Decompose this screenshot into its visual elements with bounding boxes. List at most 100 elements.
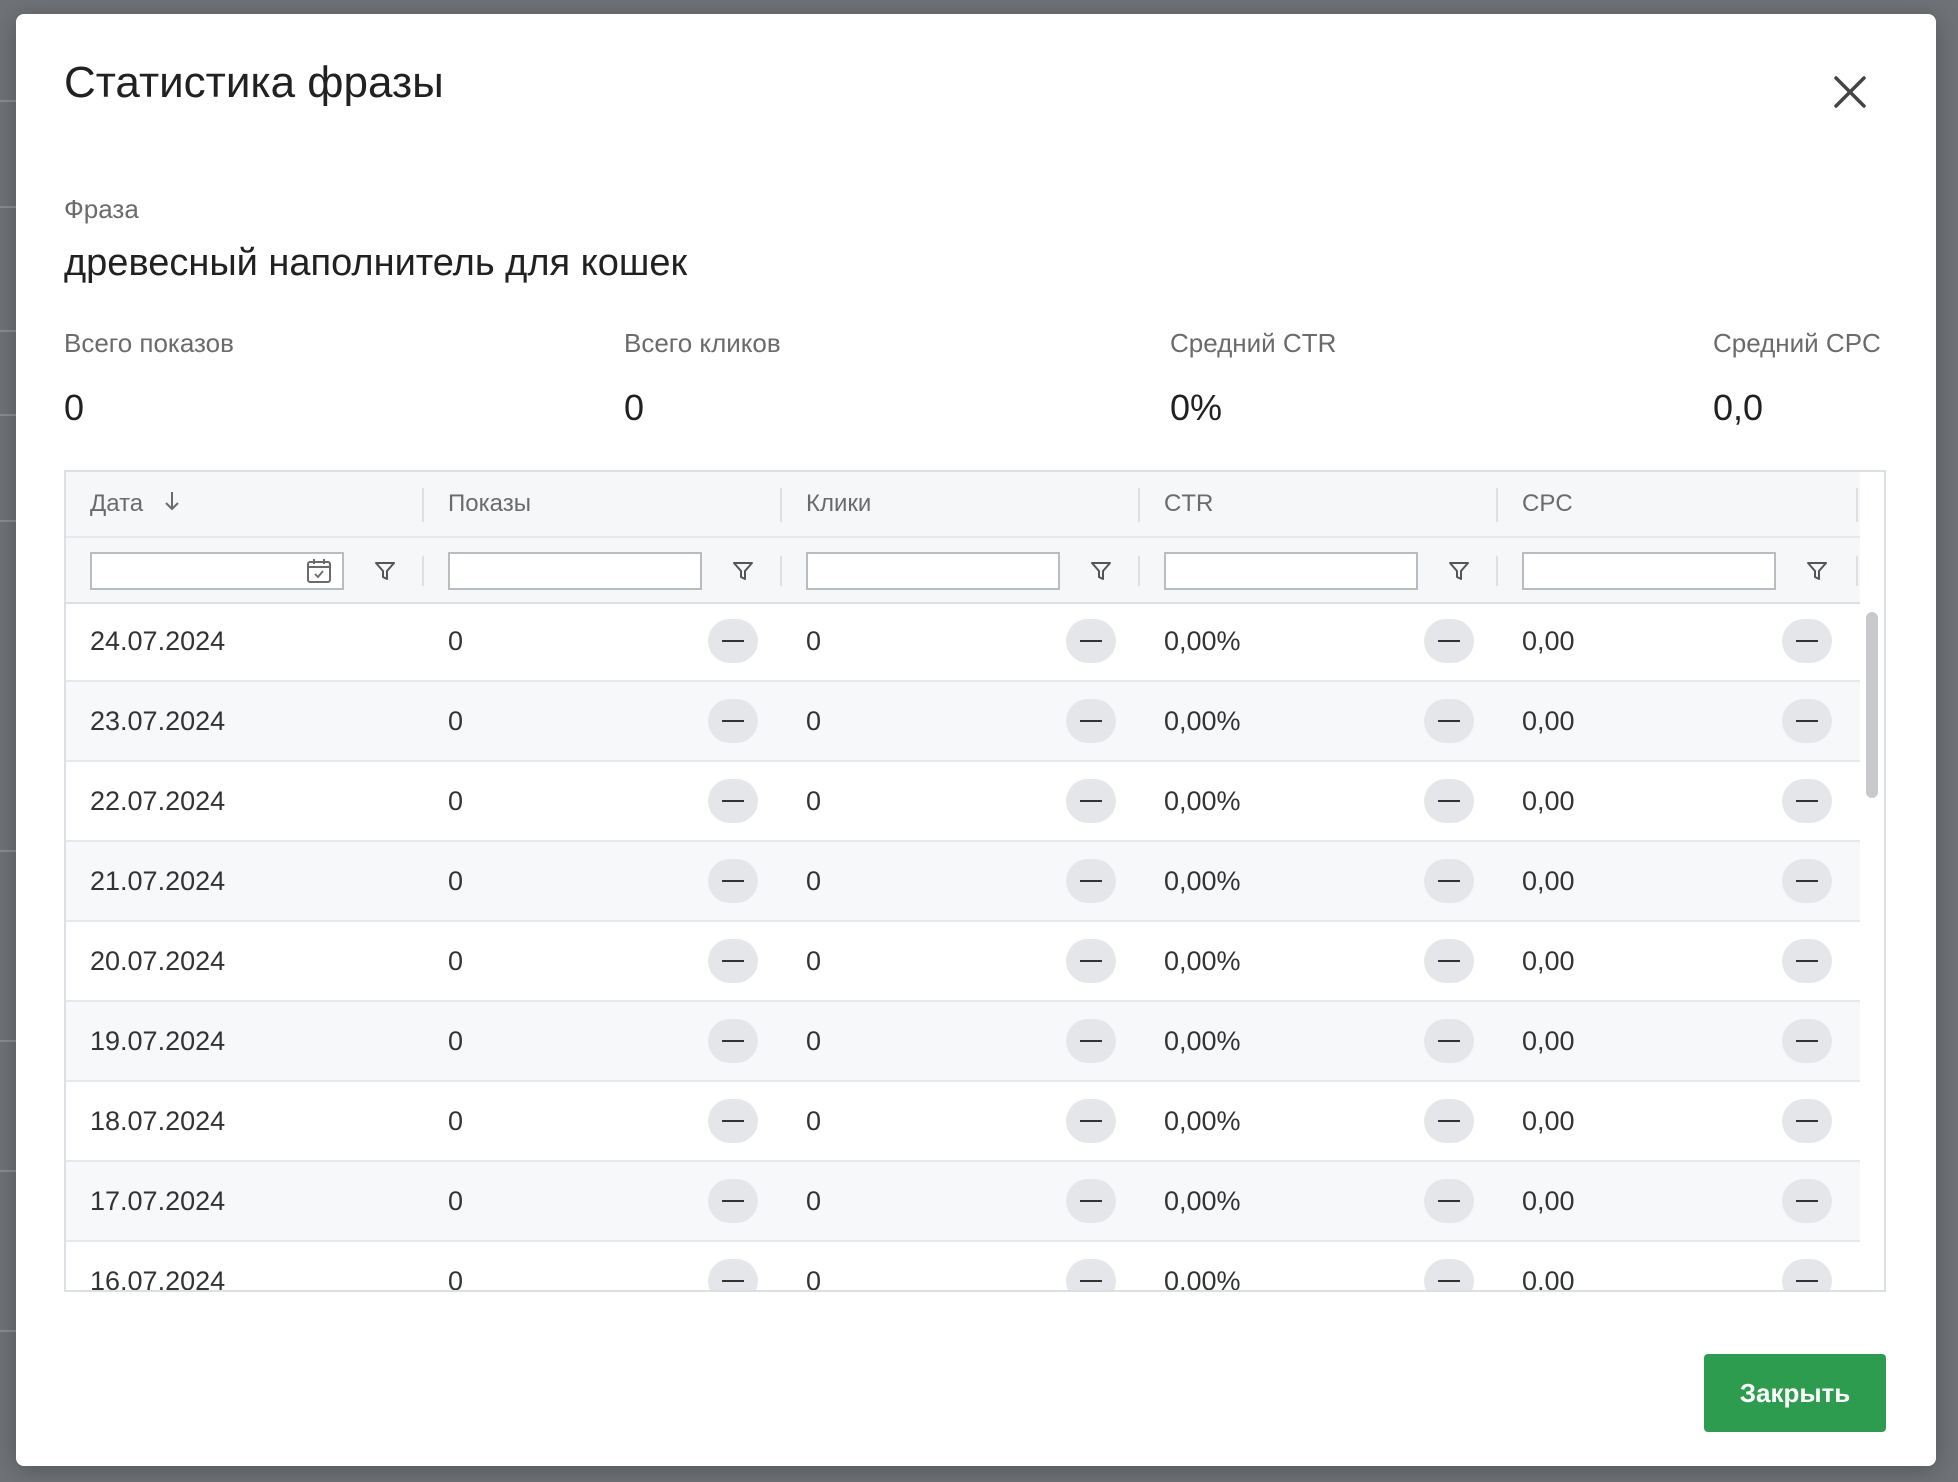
column-header-date[interactable]: Дата <box>66 472 424 536</box>
clicks-cell: 0 <box>806 866 822 896</box>
minus-icon[interactable] <box>1066 1099 1116 1143</box>
minus-icon[interactable] <box>708 1179 758 1223</box>
clicks-cell: 0 <box>806 626 822 656</box>
minus-icon[interactable] <box>708 939 758 983</box>
column-header-clicks[interactable]: Клики <box>782 472 1140 536</box>
ctr-filter-input[interactable] <box>1164 552 1418 590</box>
phrase-label: Фраза <box>64 194 139 224</box>
background-fragment <box>0 414 16 416</box>
filter-icon[interactable] <box>374 560 396 587</box>
minus-icon[interactable] <box>1424 699 1474 743</box>
stat-value: 0 <box>64 387 85 428</box>
minus-icon[interactable] <box>1424 939 1474 983</box>
minus-icon[interactable] <box>1424 779 1474 823</box>
minus-icon[interactable] <box>1424 1099 1474 1143</box>
scrollbar-thumb[interactable] <box>1866 612 1878 798</box>
ctr-cell: 0,00% <box>1164 1026 1241 1056</box>
minus-icon[interactable] <box>1066 779 1116 823</box>
column-separator[interactable] <box>1856 488 1858 522</box>
minus-icon[interactable] <box>1782 1019 1832 1063</box>
background-fragment <box>0 100 16 102</box>
table-row[interactable]: 24.07.2024 0 0 0,00% 0,00 <box>66 602 1860 682</box>
background-fragment <box>0 330 16 332</box>
filter-icon[interactable] <box>1448 560 1470 587</box>
minus-icon[interactable] <box>1782 1259 1832 1290</box>
minus-icon[interactable] <box>708 859 758 903</box>
minus-icon[interactable] <box>1424 859 1474 903</box>
filter-icon[interactable] <box>1806 560 1828 587</box>
close-icon[interactable] <box>1826 68 1874 116</box>
minus-icon[interactable] <box>1782 1179 1832 1223</box>
minus-icon[interactable] <box>1782 619 1832 663</box>
column-header-shows[interactable]: Показы <box>424 472 782 536</box>
close-button[interactable]: Закрыть <box>1704 1354 1886 1432</box>
shows-cell: 0 <box>448 626 464 656</box>
clicks-filter-input[interactable] <box>806 552 1060 590</box>
filter-icon[interactable] <box>732 560 754 587</box>
minus-icon[interactable] <box>1066 939 1116 983</box>
stats-table: Дата Показы Клики CTR CPC 24.07.2024 0 0… <box>64 470 1886 1292</box>
table-row[interactable]: 22.07.2024 0 0 0,00% 0,00 <box>66 762 1860 842</box>
cpc-cell: 0,00 <box>1522 1266 1575 1292</box>
stat-value: 0% <box>1170 387 1223 428</box>
minus-icon[interactable] <box>1066 859 1116 903</box>
table-row[interactable]: 16.07.2024 0 0 0,00% 0,00 <box>66 1242 1860 1292</box>
minus-icon[interactable] <box>1066 619 1116 663</box>
clicks-cell: 0 <box>806 1266 822 1292</box>
background-fragment <box>0 850 16 852</box>
filter-separator <box>780 556 782 586</box>
table-row[interactable]: 17.07.2024 0 0 0,00% 0,00 <box>66 1162 1860 1242</box>
clicks-cell: 0 <box>806 1186 822 1216</box>
ctr-cell: 0,00% <box>1164 1186 1241 1216</box>
shows-filter-input[interactable] <box>448 552 702 590</box>
shows-cell: 0 <box>448 1186 464 1216</box>
stat-label: Всего кликов <box>624 328 781 358</box>
shows-cell: 0 <box>448 1106 464 1136</box>
minus-icon[interactable] <box>1066 699 1116 743</box>
minus-icon[interactable] <box>1066 1259 1116 1290</box>
clicks-cell: 0 <box>806 946 822 976</box>
sort-down-icon[interactable] <box>164 473 180 537</box>
minus-icon[interactable] <box>1782 699 1832 743</box>
minus-icon[interactable] <box>708 779 758 823</box>
minus-icon[interactable] <box>1424 1259 1474 1290</box>
ctr-cell: 0,00% <box>1164 1266 1241 1292</box>
cpc-cell: 0,00 <box>1522 626 1575 656</box>
cpc-cell: 0,00 <box>1522 866 1575 896</box>
minus-icon[interactable] <box>1782 859 1832 903</box>
date-cell: 24.07.2024 <box>90 626 226 656</box>
minus-icon[interactable] <box>1066 1019 1116 1063</box>
column-header-cpc[interactable]: CPC <box>1498 472 1856 536</box>
stat-total-clicks: Всего кликов 0 <box>624 328 781 429</box>
minus-icon[interactable] <box>1424 1179 1474 1223</box>
minus-icon[interactable] <box>708 1099 758 1143</box>
table-body: 24.07.2024 0 0 0,00% 0,00 23.07.2024 0 0 0,00% 0,… <box>66 602 1860 1292</box>
minus-icon[interactable] <box>1782 1099 1832 1143</box>
background-fragment <box>0 1040 16 1042</box>
cpc-cell: 0,00 <box>1522 946 1575 976</box>
filter-separator <box>1856 556 1858 586</box>
table-row[interactable]: 21.07.2024 0 0 0,00% 0,00 <box>66 842 1860 922</box>
filter-icon[interactable] <box>1090 560 1112 587</box>
minus-icon[interactable] <box>708 1259 758 1290</box>
table-row[interactable]: 18.07.2024 0 0 0,00% 0,00 <box>66 1082 1860 1162</box>
table-row[interactable]: 23.07.2024 0 0 0,00% 0,00 <box>66 682 1860 762</box>
minus-icon[interactable] <box>1782 939 1832 983</box>
column-header-label: Дата <box>90 490 144 517</box>
ctr-cell: 0,00% <box>1164 626 1241 656</box>
minus-icon[interactable] <box>1782 779 1832 823</box>
shows-cell: 0 <box>448 706 464 736</box>
column-header-ctr[interactable]: CTR <box>1140 472 1498 536</box>
ctr-cell: 0,00% <box>1164 946 1241 976</box>
minus-icon[interactable] <box>708 1019 758 1063</box>
table-row[interactable]: 19.07.2024 0 0 0,00% 0,00 <box>66 1002 1860 1082</box>
phrase-stats-dialog: Статистика фразы Фраза древесный наполни… <box>16 14 1936 1466</box>
minus-icon[interactable] <box>1424 619 1474 663</box>
minus-icon[interactable] <box>1066 1179 1116 1223</box>
date-cell: 19.07.2024 <box>90 1026 226 1056</box>
cpc-filter-input[interactable] <box>1522 552 1776 590</box>
minus-icon[interactable] <box>708 619 758 663</box>
table-row[interactable]: 20.07.2024 0 0 0,00% 0,00 <box>66 922 1860 1002</box>
minus-icon[interactable] <box>708 699 758 743</box>
minus-icon[interactable] <box>1424 1019 1474 1063</box>
